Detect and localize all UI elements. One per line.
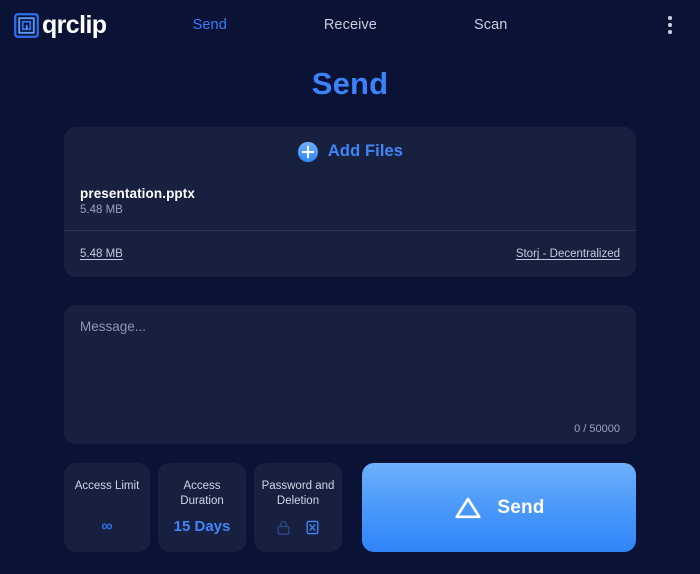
access-limit-value-wrap: ∞ xyxy=(64,518,150,536)
lock-icon[interactable] xyxy=(275,519,292,536)
access-duration-value-wrap: 15 Days xyxy=(158,518,246,536)
app-logo[interactable]: qrclip xyxy=(14,10,107,39)
nav-item-receive[interactable]: Receive xyxy=(324,17,377,33)
password-and-deletion-icons-wrap xyxy=(254,519,342,536)
kebab-menu-icon[interactable] xyxy=(660,14,680,36)
option-card-password-and-deletion[interactable]: Password and Deletion xyxy=(254,463,342,552)
delete-box-icon[interactable] xyxy=(304,519,321,536)
message-input[interactable]: Message... 0 / 50000 xyxy=(64,305,636,444)
message-placeholder: Message... xyxy=(80,319,147,334)
plus-circle-icon xyxy=(297,141,319,163)
file-name: presentation.pptx xyxy=(80,186,195,201)
file-card: Add Files presentation.pptx 5.48 MB 5.48… xyxy=(64,127,636,277)
access-duration-title: Access Duration xyxy=(180,480,224,507)
nav-item-send[interactable]: Send xyxy=(193,17,227,33)
total-size-link[interactable]: 5.48 MB xyxy=(80,248,123,260)
nav-item-scan[interactable]: Scan xyxy=(474,17,507,33)
file-list: presentation.pptx 5.48 MB xyxy=(64,176,636,230)
page-title: Send xyxy=(311,66,389,101)
file-size: 5.48 MB xyxy=(80,204,123,216)
top-navigation-bar: qrclip Send Receive Scan xyxy=(0,0,700,50)
option-card-access-duration[interactable]: Access Duration 15 Days xyxy=(158,463,246,552)
access-limit-title: Access Limit xyxy=(74,480,140,492)
option-card-access-limit[interactable]: Access Limit ∞ xyxy=(64,463,150,552)
logo-wordmark: qrclip xyxy=(42,10,107,39)
send-button-label: Send xyxy=(497,496,545,518)
bottom-options-row: Access Limit ∞ Access Duration 15 Days P… xyxy=(64,463,636,552)
kebab-dot xyxy=(668,30,672,34)
send-button[interactable]: Send xyxy=(362,463,636,552)
character-counter: 0 / 50000 xyxy=(574,423,620,435)
qr-spiral-icon xyxy=(14,12,39,38)
add-files-button[interactable]: Add Files xyxy=(64,127,636,176)
password-and-deletion-title: Password and Deletion xyxy=(261,480,335,507)
access-duration-value: 15 Days xyxy=(173,518,231,535)
kebab-dot xyxy=(668,23,672,27)
file-list-item[interactable]: presentation.pptx 5.48 MB xyxy=(80,186,620,216)
infinity-icon: ∞ xyxy=(101,518,113,535)
add-files-label: Add Files xyxy=(327,142,404,160)
storage-provider-link[interactable]: Storj - Decentralized xyxy=(516,248,620,260)
pd-icons xyxy=(254,519,342,536)
file-card-footer: 5.48 MB Storj - Decentralized xyxy=(64,231,636,277)
kebab-dot xyxy=(668,16,672,20)
triangle-up-icon xyxy=(453,493,483,523)
